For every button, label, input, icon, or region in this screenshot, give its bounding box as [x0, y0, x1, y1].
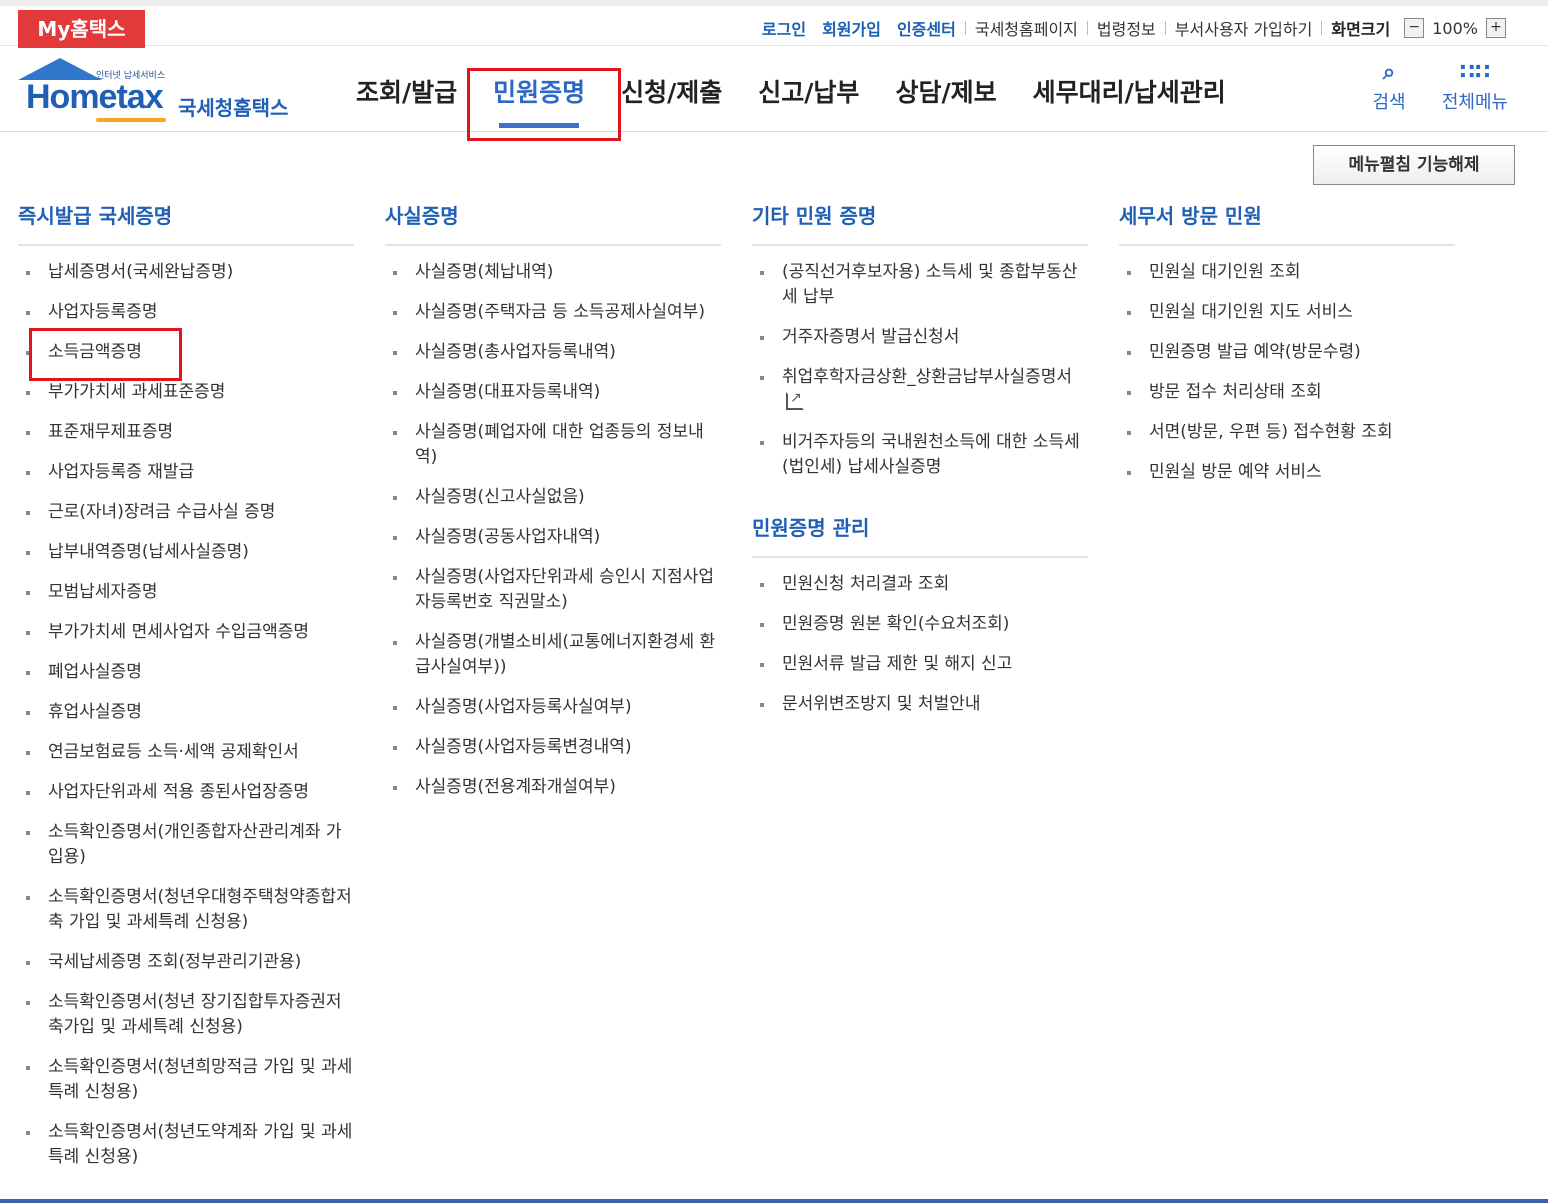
top-utility-bar: My홈택스 로그인 회원가입 인증센터 국세청홈페이지 법령정보 부서사용자 가…	[0, 0, 1548, 48]
cert-center-link[interactable]: 인증센터	[897, 16, 956, 40]
utility-links: 로그인 회원가입 인증센터 국세청홈페이지 법령정보 부서사용자 가입하기 화면…	[746, 14, 1510, 42]
logo-roof-icon	[18, 58, 102, 80]
menu-item[interactable]: 국세납세증명 조회(정부관리기관용)	[18, 950, 354, 975]
search-label: 검색	[1372, 92, 1406, 113]
menu-item[interactable]: 거주자증명서 발급신청서	[752, 325, 1088, 350]
law-info-link[interactable]: 법령정보	[1097, 16, 1156, 40]
menu-item[interactable]: 사실증명(체납내역)	[385, 260, 721, 285]
column-title: 즉시발급 국세증명	[18, 200, 354, 246]
grid-icon: ∷∷	[1459, 60, 1491, 85]
menu-item[interactable]: 납세증명서(국세완납증명)	[18, 260, 354, 285]
logo-swoosh	[96, 118, 166, 122]
zoom-in-button[interactable]: +	[1486, 18, 1506, 38]
nav-report-pay[interactable]: 신고/납부	[740, 46, 877, 132]
menu-item[interactable]: 사실증명(개별소비세(교통에너지환경세 환급사실여부))	[385, 630, 721, 680]
all-menu-button[interactable]: ∷∷ 전체메뉴	[1432, 60, 1518, 114]
menu-item[interactable]: 사실증명(사업자단위과세 승인시 지점사업자등록번호 직권말소)	[385, 565, 721, 615]
menu-item[interactable]: 민원증명 발급 예약(방문수령)	[1119, 340, 1455, 365]
highlight-box-menu-item	[29, 328, 182, 381]
menu-item[interactable]: 사실증명(전용계좌개설여부)	[385, 775, 721, 800]
menu-item[interactable]: 소득확인증명서(청년 장기집합투자증권저축가입 및 과세특례 신청용)	[18, 990, 354, 1040]
menu-item[interactable]: 사실증명(주택자금 등 소득공제사실여부)	[385, 300, 721, 325]
zoom-value: 100%	[1432, 18, 1478, 38]
menu-item[interactable]: 비거주자등의 국내원천소득에 대한 소득세(법인세) 납세사실증명	[752, 430, 1088, 480]
nav-tax-agent[interactable]: 세무대리/납세관리	[1015, 46, 1244, 132]
column-title: 세무서 방문 민원	[1119, 200, 1455, 246]
menu-item[interactable]: 소득확인증명서(개인종합자산관리계좌 가입용)	[18, 820, 354, 870]
nts-home-link[interactable]: 국세청홈페이지	[975, 16, 1078, 40]
menu-item[interactable]: 사업자등록증 재발급	[18, 460, 354, 485]
menu-item[interactable]: 문서위변조방지 및 처벌안내	[752, 692, 1088, 717]
menu-item[interactable]: 사실증명(폐업자에 대한 업종등의 정보내역)	[385, 420, 721, 470]
menu-list: (공직선거후보자용) 소득세 및 종합부동산세 납부 거주자증명서 발급신청서 …	[752, 260, 1088, 480]
hometax-logo[interactable]: 인터넷 납세서비스 Hometax 국세청홈택스	[16, 56, 306, 126]
all-menu-label: 전체메뉴	[1441, 92, 1509, 113]
external-link-icon	[786, 386, 804, 411]
menu-item[interactable]: 민원실 대기인원 조회	[1119, 260, 1455, 285]
main-header: 인터넷 납세서비스 Hometax 국세청홈택스 조회/발급 민원증명 신청/제…	[0, 46, 1548, 132]
menu-item[interactable]: 사업자단위과세 적용 종된사업장증명	[18, 780, 354, 805]
menu-item[interactable]: 방문 접수 처리상태 조회	[1119, 380, 1455, 405]
menu-item[interactable]: 사실증명(신고사실없음)	[385, 485, 721, 510]
nav-apply-submit[interactable]: 신청/제출	[603, 46, 740, 132]
menu-item[interactable]: 사실증명(사업자등록사실여부)	[385, 695, 721, 720]
menu-list: 사실증명(체납내역) 사실증명(주택자금 등 소득공제사실여부) 사실증명(총사…	[385, 260, 721, 800]
logo-korean-name: 국세청홈택스	[178, 96, 289, 120]
menu-item[interactable]: 모범납세자증명	[18, 580, 354, 605]
menu-item[interactable]: 민원실 방문 예약 서비스	[1119, 460, 1455, 485]
menu-item[interactable]: 소득확인증명서(청년희망적금 가입 및 과세특례 신청용)	[18, 1055, 354, 1105]
menu-item[interactable]: 사실증명(대표자등록내역)	[385, 380, 721, 405]
menu-item[interactable]: 민원서류 발급 제한 및 해지 신고	[752, 652, 1088, 677]
menu-item[interactable]: 사실증명(공동사업자내역)	[385, 525, 721, 550]
column-title: 사실증명	[385, 200, 721, 246]
menu-item[interactable]: 사실증명(총사업자등록내역)	[385, 340, 721, 365]
menu-list: 납세증명서(국세완납증명) 사업자등록증명 소득금액증명 부가가치세 과세표준증…	[18, 260, 354, 1170]
menu-item[interactable]: 민원신청 처리결과 조회	[752, 572, 1088, 597]
zoom-out-button[interactable]: −	[1404, 18, 1425, 38]
menu-item[interactable]: (공직선거후보자용) 소득세 및 종합부동산세 납부	[752, 260, 1088, 310]
menu-item[interactable]: 근로(자녀)장려금 수급사실 증명	[18, 500, 354, 525]
my-hometax-button[interactable]: My홈택스	[18, 10, 145, 48]
column-title: 민원증명 관리	[752, 512, 1088, 558]
menu-item[interactable]: 부가가치세 과세표준증명	[18, 380, 354, 405]
divider	[964, 21, 966, 35]
dept-user-signup-link[interactable]: 부서사용자 가입하기	[1175, 16, 1313, 40]
header-tools: ⌕ 검색 ∷∷ 전체메뉴	[1346, 60, 1518, 114]
nav-consult-report[interactable]: 상담/제보	[877, 46, 1014, 132]
menu-item[interactable]: 서면(방문, 우편 등) 접수현황 조회	[1119, 420, 1455, 445]
menu-item[interactable]: 휴업사실증명	[18, 700, 354, 725]
menu-item[interactable]: 표준재무제표증명	[18, 420, 354, 445]
menu-fold-toggle-button[interactable]: 메뉴펼침 기능해제	[1313, 145, 1515, 185]
menu-item[interactable]: 부가가치세 면세사업자 수입금액증명	[18, 620, 354, 645]
menu-item-label: 취업후학자금상환_상환금납부사실증명서	[782, 367, 1073, 387]
search-icon: ⌕	[1382, 60, 1396, 85]
menu-item[interactable]: 사실증명(사업자등록변경내역)	[385, 735, 721, 760]
menu-item[interactable]: 연금보험료등 소득·세액 공제확인서	[18, 740, 354, 765]
column-title: 기타 민원 증명	[752, 200, 1088, 246]
divider	[1086, 21, 1088, 35]
nav-inquiry-issue[interactable]: 조회/발급	[338, 46, 475, 132]
column-fact-certificates: 사실증명 사실증명(체납내역) 사실증명(주택자금 등 소득공제사실여부) 사실…	[385, 200, 721, 815]
divider	[1321, 21, 1323, 35]
menu-item[interactable]: 폐업사실증명	[18, 660, 354, 685]
menu-item[interactable]: 납부내역증명(납세사실증명)	[18, 540, 354, 565]
menu-item[interactable]: 민원실 대기인원 지도 서비스	[1119, 300, 1455, 325]
menu-item[interactable]: 소득확인증명서(청년도약계좌 가입 및 과세특례 신청용)	[18, 1120, 354, 1170]
login-link[interactable]: 로그인	[762, 16, 806, 40]
highlight-box-nav	[467, 68, 621, 141]
screen-size-label: 화면크기	[1331, 20, 1391, 39]
menu-item[interactable]: 사업자등록증명	[18, 300, 354, 325]
signup-link[interactable]: 회원가입	[822, 16, 881, 40]
menu-list: 민원실 대기인원 조회 민원실 대기인원 지도 서비스 민원증명 발급 예약(방…	[1119, 260, 1455, 485]
search-button[interactable]: ⌕ 검색	[1346, 60, 1432, 114]
menu-item[interactable]: 소득확인증명서(청년우대형주택청약종합저축 가입 및 과세특례 신청용)	[18, 885, 354, 935]
menu-list: 민원신청 처리결과 조회 민원증명 원본 확인(수요처조회) 민원서류 발급 제…	[752, 572, 1088, 717]
divider	[1164, 21, 1166, 35]
bottom-border	[0, 1199, 1548, 1203]
menu-item-with-external-link[interactable]: 취업후학자금상환_상환금납부사실증명서	[752, 365, 1088, 415]
logo-wordmark: Hometax	[26, 78, 164, 116]
column-tax-office-visit: 세무서 방문 민원 민원실 대기인원 조회 민원실 대기인원 지도 서비스 민원…	[1119, 200, 1455, 500]
column-other-certificates: 기타 민원 증명 (공직선거후보자용) 소득세 및 종합부동산세 납부 거주자증…	[752, 200, 1088, 732]
menu-item[interactable]: 민원증명 원본 확인(수요처조회)	[752, 612, 1088, 637]
